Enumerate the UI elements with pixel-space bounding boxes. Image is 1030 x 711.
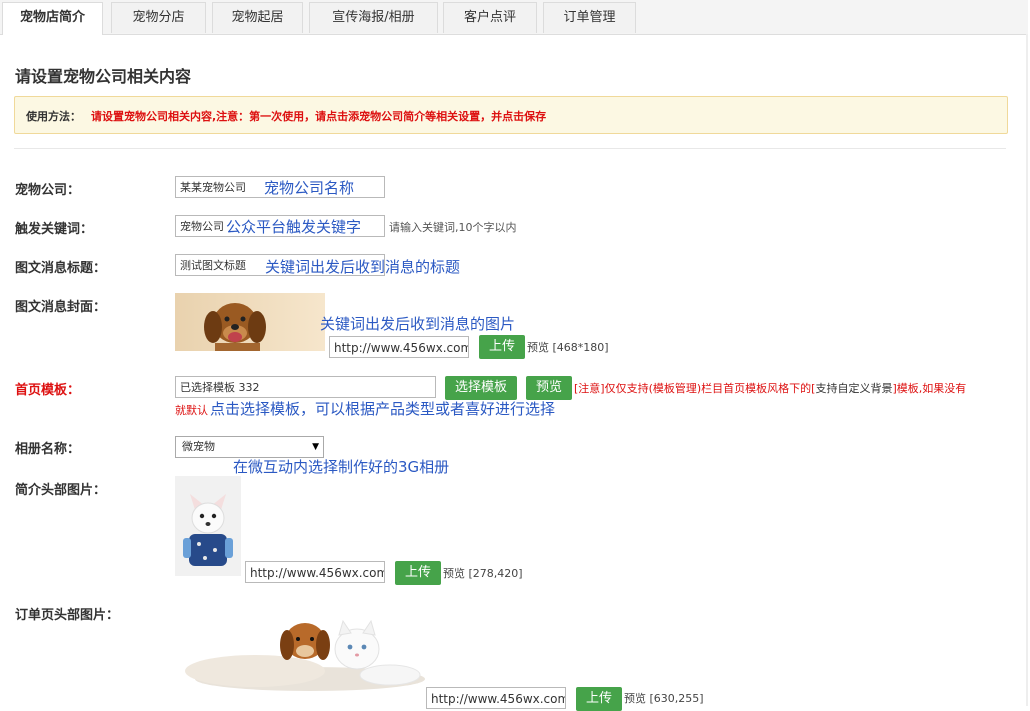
- keyword-label: 触发关键词：: [15, 222, 94, 237]
- tab-living[interactable]: 宠物起居: [212, 2, 303, 33]
- usage-notice: 使用方法： 请设置宠物公司相关内容,注意：第一次使用，请点击添宠物公司简介等相关…: [14, 96, 1008, 134]
- tab-reviews[interactable]: 客户点评: [443, 2, 537, 33]
- intro-upload-button[interactable]: 上传: [395, 561, 442, 585]
- template-annotation: 点击选择模板，可以根据产品类型或者喜好进行选择: [210, 400, 556, 418]
- puppy-kitten-photo-icon: [175, 615, 425, 692]
- intro-preview-link[interactable]: 预览 [278,420]: [443, 565, 523, 581]
- keyword-hint: 请输入关键词,10个字以内: [389, 221, 517, 234]
- content-border: [1026, 34, 1028, 706]
- cover-image-puppy: [175, 293, 325, 351]
- tab-branches[interactable]: 宠物分店: [111, 2, 206, 33]
- warning-part-1: [注意]仅仅支持(: [574, 382, 653, 395]
- order-preview-link[interactable]: 预览 [630,255]: [624, 690, 704, 706]
- company-label: 宠物公司：: [15, 183, 81, 198]
- intro-header-label: 简介头部图片：: [15, 483, 107, 498]
- order-upload-button[interactable]: 上传: [576, 687, 623, 711]
- warning-part-4: ]模板,如果没有: [892, 382, 967, 395]
- warning-part-3: 支持自定义背景: [815, 382, 893, 395]
- msg-title-annotation: 关键词出发后收到消息的标题: [265, 258, 461, 276]
- company-annotation: 宠物公司名称: [264, 179, 355, 197]
- msg-cover-annotation: 关键词出发后收到消息的图片: [320, 315, 516, 333]
- album-select[interactable]: 微宠物 ▼: [175, 436, 324, 458]
- keyword-annotation: 公众平台触发关键字: [226, 218, 362, 236]
- notice-text: 请设置宠物公司相关内容,注意：第一次使用，请点击添宠物公司简介等相关设置，并点击…: [91, 110, 547, 123]
- intro-url-input[interactable]: http://www.456wx.com,: [245, 561, 385, 583]
- msg-title-label: 图文消息标题：: [15, 261, 107, 276]
- select-template-button[interactable]: 选择模板: [445, 376, 518, 400]
- home-template-label: 首页模板：: [15, 383, 81, 398]
- intro-header-image-chihuahua: [175, 476, 241, 576]
- cover-upload-button[interactable]: 上传: [479, 335, 526, 359]
- tab-shop-intro[interactable]: 宠物店简介: [2, 2, 103, 35]
- chihuahua-photo-icon: [175, 476, 241, 576]
- template-warning-line2: 就默认: [175, 404, 208, 417]
- album-selected-value: 微宠物: [182, 440, 215, 453]
- cover-preview-link[interactable]: 预览 [468*180]: [527, 339, 609, 355]
- tab-bar: 宠物店简介 宠物分店 宠物起居 宣传海报/相册 客户点评 订单管理: [0, 0, 1028, 35]
- template-warning: [注意]仅仅支持(模板管理)栏目首页模板风格下的[支持自定义背景]模板,如果没有: [574, 380, 966, 396]
- warning-part-2: )栏目首页模板风格下的[: [696, 382, 816, 395]
- template-manage-link[interactable]: 模板管理: [653, 382, 697, 395]
- tab-posters[interactable]: 宣传海报/相册: [309, 2, 438, 33]
- album-annotation: 在微互动内选择制作好的3G相册: [233, 458, 450, 476]
- order-header-image-puppy-kitten: [175, 615, 425, 692]
- notice-label: 使用方法：: [26, 110, 81, 123]
- template-preview-button[interactable]: 预览: [526, 376, 573, 400]
- tab-orders[interactable]: 订单管理: [543, 2, 636, 33]
- puppy-photo-icon: [175, 293, 325, 351]
- dropdown-arrow-icon: ▼: [312, 442, 319, 452]
- order-header-label: 订单页头部图片：: [15, 608, 120, 623]
- template-input[interactable]: 已选择模板 332: [175, 376, 436, 398]
- cover-url-input[interactable]: http://www.456wx.com,: [329, 336, 469, 358]
- divider: [14, 148, 1006, 149]
- album-label: 相册名称：: [15, 442, 81, 457]
- page-title: 请设置宠物公司相关内容: [15, 67, 192, 86]
- msg-cover-label: 图文消息封面：: [15, 300, 107, 315]
